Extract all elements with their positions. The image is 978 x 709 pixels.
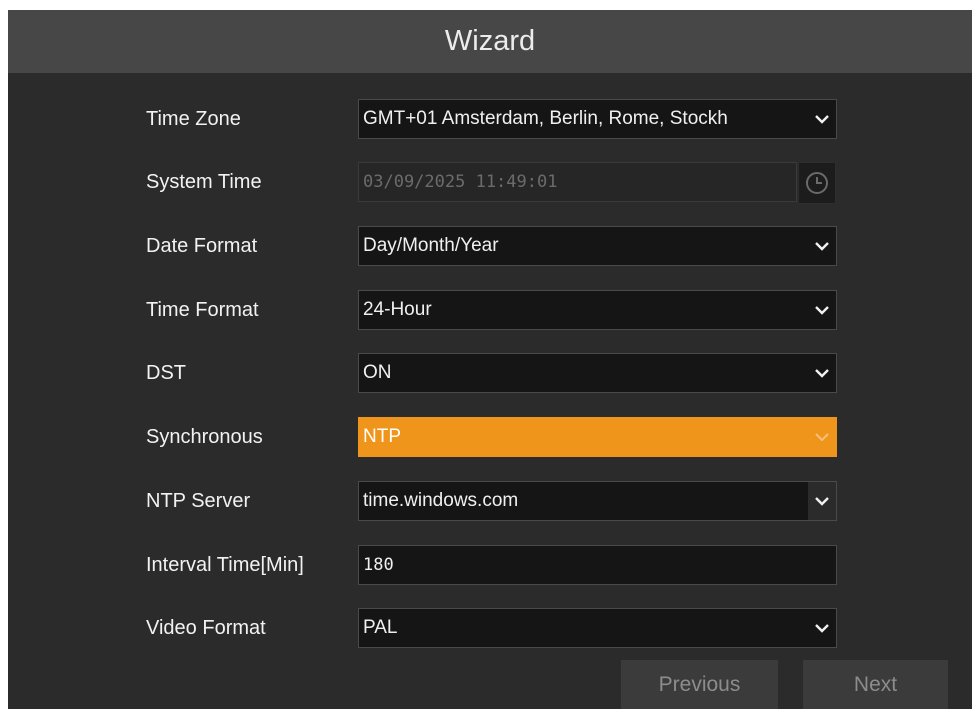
- chevron-down-icon: [815, 242, 829, 251]
- video-format-value: PAL: [363, 617, 398, 638]
- system-time-label: System Time: [146, 171, 262, 193]
- clock-icon: [806, 172, 828, 194]
- next-button[interactable]: Next: [803, 660, 948, 709]
- time-format-select[interactable]: 24-Hour: [358, 290, 837, 330]
- video-format-label: Video Format: [146, 617, 266, 639]
- date-format-label: Date Format: [146, 235, 258, 257]
- chevron-down-icon: [815, 497, 829, 506]
- system-time-clock-button[interactable]: [798, 162, 836, 204]
- dst-value: ON: [363, 362, 392, 383]
- previous-button[interactable]: Previous: [621, 660, 778, 709]
- ntp-server-combo[interactable]: time.windows.com: [358, 481, 837, 521]
- ntp-server-label: NTP Server: [146, 490, 251, 512]
- date-format-value: Day/Month/Year: [363, 235, 499, 256]
- time-zone-select[interactable]: GMT+01 Amsterdam, Berlin, Rome, Stockh: [358, 99, 837, 139]
- time-zone-label: Time Zone: [146, 108, 241, 130]
- video-format-select[interactable]: PAL: [358, 608, 837, 648]
- chevron-down-icon: [815, 306, 829, 315]
- chevron-down-icon: [815, 115, 829, 124]
- system-time-field: 03/09/2025 11:49:01: [358, 162, 797, 202]
- wizard-title: Wizard: [8, 10, 972, 73]
- chevron-down-icon: [815, 433, 829, 442]
- time-format-value: 24-Hour: [363, 299, 432, 320]
- time-zone-value: GMT+01 Amsterdam, Berlin, Rome, Stockh: [363, 108, 728, 129]
- synchronous-value: NTP: [363, 426, 401, 447]
- time-format-label: Time Format: [146, 299, 259, 321]
- chevron-down-icon: [815, 369, 829, 378]
- system-time-value: 03/09/2025 11:49:01: [363, 172, 558, 192]
- dst-select[interactable]: ON: [358, 353, 837, 393]
- wizard-dialog: Wizard Time Zone GMT+01 Amsterdam, Berli…: [8, 10, 972, 709]
- ntp-server-value: time.windows.com: [363, 490, 519, 511]
- interval-time-input[interactable]: 180: [358, 545, 837, 585]
- date-format-select[interactable]: Day/Month/Year: [358, 226, 837, 266]
- dst-label: DST: [146, 362, 186, 384]
- interval-time-label: Interval Time[Min]: [146, 554, 304, 576]
- chevron-down-icon: [815, 624, 829, 633]
- interval-time-value: 180: [363, 555, 394, 575]
- synchronous-select[interactable]: NTP: [358, 417, 837, 457]
- synchronous-label: Synchronous: [146, 426, 263, 448]
- ntp-server-dropdown-button[interactable]: [808, 482, 836, 520]
